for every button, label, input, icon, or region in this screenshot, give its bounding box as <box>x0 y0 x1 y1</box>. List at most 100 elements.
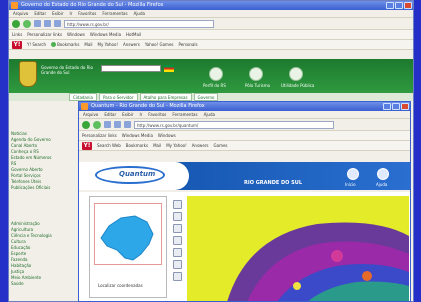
portal-nav-button[interactable] <box>249 67 263 81</box>
refresh-icon[interactable] <box>114 121 121 128</box>
menu-item[interactable]: Favoritos <box>78 10 96 17</box>
portal-tab[interactable]: Cidadania <box>69 93 97 101</box>
identify-icon[interactable] <box>172 236 182 245</box>
satellite-raster-image <box>187 196 409 301</box>
header-button-label[interactable]: Início <box>345 182 356 187</box>
portal-tab[interactable]: Para o Servidor <box>98 93 138 101</box>
overview-map-frame[interactable] <box>94 203 162 265</box>
yahoo-icon[interactable]: Y! <box>82 141 92 150</box>
menu-item[interactable]: Editar <box>104 111 116 118</box>
portal-tab[interactable]: Atalho para Empresas <box>139 93 192 101</box>
portal-nav-label[interactable]: Perfil do RS <box>203 83 226 88</box>
inner-title: Quantum - Rio Grande do Sul - Mozilla Fi… <box>91 103 205 109</box>
inner-browser-window: Quantum - Rio Grande do Sul - Mozilla Fi… <box>78 101 411 302</box>
minimize-button[interactable] <box>383 103 391 110</box>
forward-icon[interactable] <box>23 19 31 28</box>
yahoo-icon[interactable]: Y! <box>12 40 22 49</box>
state-crest-logo <box>19 61 37 87</box>
menu-item[interactable]: Ajuda <box>134 10 145 17</box>
menu-item[interactable]: Ir <box>139 111 142 118</box>
help-icon[interactable] <box>377 168 389 180</box>
yahoo-item[interactable]: My Yahoo! <box>98 42 118 47</box>
flag-icon <box>164 65 174 72</box>
portal-nav-button[interactable] <box>289 67 303 81</box>
yahoo-item[interactable]: Answers <box>192 143 209 148</box>
favorite-link[interactable]: Windows <box>67 32 85 37</box>
print-icon[interactable] <box>172 272 182 281</box>
yahoo-item[interactable]: My Yahoo! <box>166 143 186 148</box>
yahoo-item[interactable]: Y! Search <box>27 42 46 47</box>
map-toolbar <box>171 196 183 300</box>
favorite-link[interactable]: Personalizar links <box>82 133 117 138</box>
menu-item[interactable]: Arquivo <box>83 111 98 118</box>
inner-titlebar: Quantum - Rio Grande do Sul - Mozilla Fi… <box>79 102 410 111</box>
minimize-button[interactable] <box>386 2 394 9</box>
zoom-out-icon[interactable] <box>172 212 182 221</box>
menu-item[interactable]: Ir <box>69 10 72 17</box>
portal-header: Governo do Estado do Rio Grande do Sul P… <box>9 59 413 93</box>
close-button[interactable] <box>401 103 409 110</box>
portal-sidebar: Notícias Agenda do Governo Canal Aberto … <box>11 131 69 287</box>
map-caption[interactable]: Localizar coordenadas <box>98 283 143 288</box>
home-icon[interactable] <box>347 168 359 180</box>
window-controls <box>383 103 409 110</box>
menu-item[interactable]: Favoritos <box>148 111 166 118</box>
favorite-link[interactable]: Personalizar links <box>27 32 62 37</box>
outer-menubar: Arquivo Editar Exibir Ir Favoritos Ferra… <box>9 10 413 18</box>
refresh-icon[interactable] <box>44 20 51 27</box>
menu-item[interactable]: Exibir <box>122 111 133 118</box>
menu-item[interactable]: Editar <box>34 10 46 17</box>
menu-item[interactable]: Ajuda <box>204 111 215 118</box>
favorite-link[interactable]: HotMail <box>126 32 141 37</box>
home-icon[interactable] <box>54 20 61 27</box>
portal-search-input[interactable] <box>101 65 161 72</box>
overview-map-panel: Localizar coordenadas <box>89 196 167 298</box>
zoom-in-icon[interactable] <box>172 200 182 209</box>
yahoo-item[interactable]: Bookmarks <box>51 42 79 48</box>
menu-item[interactable]: Arquivo <box>13 10 28 17</box>
outer-yahoo-toolbar: Y! Y! Search Bookmarks Mail My Yahoo! An… <box>9 40 413 50</box>
portal-nav-label[interactable]: Utilidade Pública <box>281 83 314 88</box>
outer-toolbar: http://www.rs.gov.br/ <box>9 18 413 30</box>
close-button[interactable] <box>404 2 412 9</box>
favorite-link[interactable]: Links <box>12 32 22 37</box>
yahoo-item[interactable]: Personals <box>178 42 197 47</box>
quantum-banner: Quantum RIO GRANDE DO SUL Início Ajuda <box>79 162 410 190</box>
menu-item[interactable]: Ferramentas <box>102 10 127 17</box>
home-icon[interactable] <box>124 121 131 128</box>
measure-icon[interactable] <box>172 260 182 269</box>
favorite-link[interactable]: Windows Media <box>122 133 153 138</box>
yahoo-item[interactable]: Games <box>214 143 228 148</box>
favorite-link[interactable]: Windows <box>158 133 176 138</box>
rs-state-map-icon <box>100 215 154 261</box>
yahoo-item[interactable]: Mail <box>84 42 92 47</box>
menu-item[interactable]: Ferramentas <box>172 111 197 118</box>
full-extent-icon[interactable] <box>172 248 182 257</box>
address-bar[interactable]: http://www.rs.gov.br/ <box>64 19 214 28</box>
favorite-link[interactable]: Windows Media <box>90 32 121 37</box>
yahoo-item[interactable]: Mail <box>153 143 161 148</box>
maximize-button[interactable] <box>392 103 400 110</box>
yahoo-item[interactable]: Yahoo! Games <box>145 42 174 47</box>
portal-tab[interactable]: Governo <box>193 93 219 101</box>
yahoo-item[interactable]: Bookmarks <box>126 143 148 148</box>
header-button-label[interactable]: Ajuda <box>376 182 387 187</box>
inner-yahoo-toolbar: Y! Search Web Bookmarks Mail My Yahoo! A… <box>79 141 410 151</box>
portal-nav-label[interactable]: Pólo Turismo <box>245 83 270 88</box>
maximize-button[interactable] <box>395 2 403 9</box>
portal-tabs: Cidadania Para o Servidor Atalho para Em… <box>9 93 413 101</box>
yahoo-item[interactable]: Search Web <box>97 143 121 148</box>
back-icon[interactable] <box>82 120 90 129</box>
portal-nav-button[interactable] <box>209 67 223 81</box>
menu-item[interactable]: Exibir <box>52 10 63 17</box>
address-bar[interactable]: http://www.rs.gov.br/quantum/ <box>134 120 334 129</box>
sidebar-link[interactable]: Saúde <box>11 281 69 287</box>
yahoo-item[interactable]: Answers <box>123 42 140 47</box>
map-viewer[interactable] <box>187 196 409 301</box>
forward-icon[interactable] <box>93 120 101 129</box>
back-icon[interactable] <box>12 19 20 28</box>
stop-icon[interactable] <box>104 121 111 128</box>
pan-icon[interactable] <box>172 224 182 233</box>
stop-icon[interactable] <box>34 20 41 27</box>
inner-menubar: Arquivo Editar Exibir Ir Favoritos Ferra… <box>79 111 410 119</box>
